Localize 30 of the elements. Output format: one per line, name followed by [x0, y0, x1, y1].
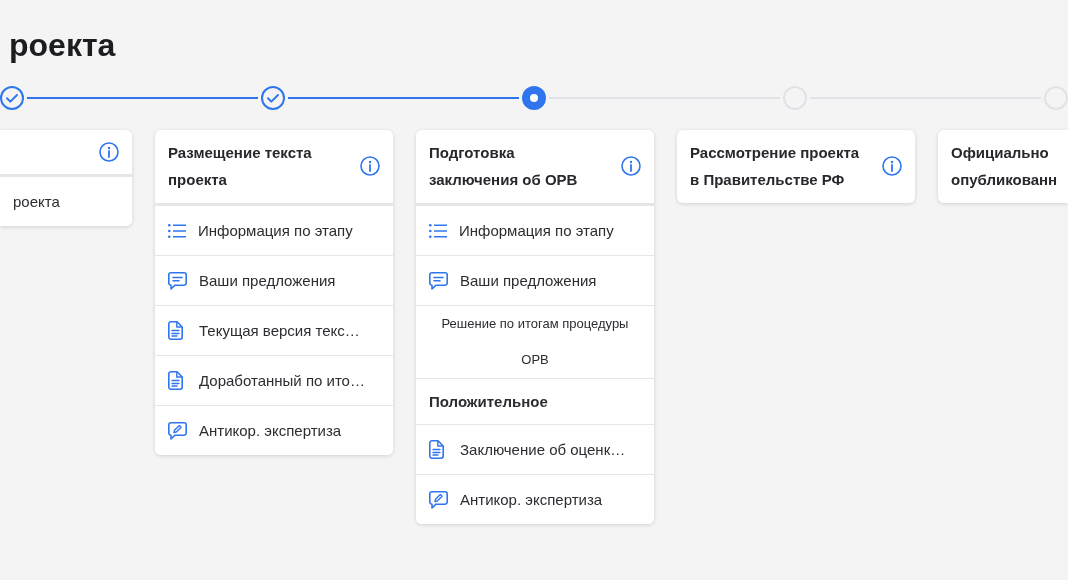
stage-link[interactable]: Информация по этапу	[155, 205, 393, 255]
decision-result: Положительное	[416, 378, 654, 424]
info-icon[interactable]	[882, 156, 902, 176]
document-icon	[168, 321, 183, 340]
stage-title: Размещение текста проекта	[168, 143, 313, 190]
stage-title: Подготовка заключения об ОРВ	[429, 143, 579, 190]
stage-link[interactable]: Антикор. экспертиза	[416, 474, 654, 524]
stage-link[interactable]: Ваши предложения	[155, 255, 393, 305]
stage-title: Рассмотрение проекта в Правительстве РФ	[690, 143, 861, 190]
stage-link[interactable]: роекта	[0, 176, 132, 226]
page-title: роекта	[8, 26, 116, 65]
document-icon	[429, 440, 444, 459]
list-icon	[168, 223, 186, 238]
message-icon	[168, 271, 187, 290]
stage-link[interactable]: Антикор. экспертиза	[155, 405, 393, 455]
list-icon	[429, 223, 447, 238]
info-icon[interactable]	[99, 141, 119, 162]
stage-link[interactable]: Текущая версия текс…	[155, 305, 393, 355]
stage-link[interactable]: Информация по этапу	[416, 205, 654, 255]
stage-link[interactable]: Заключение об оценк…	[416, 424, 654, 474]
stage-link[interactable]: Ваши предложения	[416, 255, 654, 305]
stage-link[interactable]: Доработанный по ито…	[155, 355, 393, 405]
pencil-message-icon	[168, 421, 187, 440]
decision-caption: Решение по итогам процедуры ОРВ	[416, 305, 654, 378]
info-icon[interactable]	[360, 156, 380, 176]
message-icon	[429, 271, 448, 290]
info-icon[interactable]	[621, 156, 641, 176]
pencil-message-icon	[429, 490, 448, 509]
stage-title: Официально опубликованн	[951, 143, 1058, 190]
document-icon	[168, 371, 183, 390]
